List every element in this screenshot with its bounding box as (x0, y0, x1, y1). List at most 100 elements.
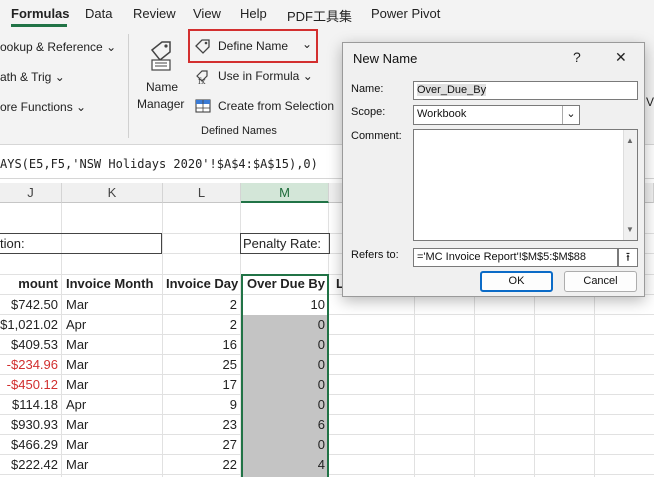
cell-month[interactable]: Apr (66, 315, 86, 335)
active-tab-indicator (11, 24, 67, 27)
column-header-k[interactable]: K (62, 183, 163, 203)
use-in-formula-label: Use in Formula ⌄ (218, 69, 313, 83)
ribbon-partial-label: V (646, 95, 654, 109)
cell-month[interactable]: Mar (66, 295, 88, 315)
tab-power-pivot[interactable]: Power Pivot (371, 6, 440, 21)
cell-amount[interactable]: $222.42 (0, 455, 58, 475)
svg-text:fx: fx (198, 77, 206, 85)
create-from-selection-icon (195, 99, 211, 113)
create-from-selection-label: Create from Selection (218, 99, 335, 113)
name-manager-button[interactable]: Name Manager (136, 36, 188, 116)
scope-select[interactable]: Workbook ⌄ (413, 105, 580, 125)
tab-pdf[interactable]: PDF工具集 (287, 6, 352, 25)
tab-view[interactable]: View (193, 6, 221, 21)
cell-amount[interactable]: $930.93 (0, 415, 58, 435)
cell-day[interactable]: 17 (163, 375, 237, 395)
cell-overdue[interactable]: 10 (241, 295, 325, 315)
header-invoice-month: Invoice Month (66, 276, 154, 291)
cell-month[interactable]: Mar (66, 435, 88, 455)
cell-overdue[interactable]: 0 (241, 355, 325, 375)
scope-label: Scope: (351, 106, 386, 118)
cell-day[interactable]: 9 (163, 395, 237, 415)
cell-day[interactable]: 22 (163, 455, 237, 475)
column-header-l[interactable]: L (163, 183, 241, 203)
name-manager-icon (150, 41, 171, 71)
tab-review[interactable]: Review (133, 6, 176, 21)
tab-formulas[interactable]: Formulas (11, 6, 70, 21)
name-label: Name: (351, 83, 384, 95)
scroll-up-icon[interactable]: ▲ (626, 132, 634, 149)
tab-help[interactable]: Help (240, 6, 267, 21)
cell-month[interactable]: Mar (66, 455, 88, 475)
refers-to-value: ='MC Invoice Report'!$M$5:$M$88 (417, 251, 586, 263)
name-manager-label-2: Manager (137, 97, 185, 111)
comment-scrollbar[interactable]: ▲ ▼ (623, 130, 637, 240)
cell-amount[interactable]: -$234.96 (0, 355, 58, 375)
cell-overdue[interactable]: 0 (241, 395, 325, 415)
cell-amount[interactable]: -$450.12 (0, 375, 58, 395)
chevron-down-icon: ⌄ (54, 70, 65, 84)
cell-month[interactable]: Mar (66, 415, 88, 435)
cell-amount[interactable]: $1,021.02 (0, 315, 58, 335)
cell-day[interactable]: 16 (163, 335, 237, 355)
comment-label: Comment: (351, 130, 402, 142)
cell-day[interactable]: 25 (163, 355, 237, 375)
tag-icon (195, 39, 210, 54)
use-in-formula-icon: fx (196, 70, 208, 85)
cell-day[interactable]: 2 (163, 295, 237, 315)
cell-month[interactable]: Mar (66, 375, 88, 395)
cancel-button[interactable]: Cancel (564, 271, 637, 292)
lookup-reference-button[interactable]: ookup & Reference ⌄ (0, 40, 116, 54)
column-header-j[interactable]: J (0, 183, 62, 203)
cell-overdue[interactable]: 6 (241, 415, 325, 435)
label-penalty-rate: Penalty Rate: (243, 236, 322, 251)
refers-to-label: Refers to: (351, 249, 399, 261)
collapse-dialog-icon[interactable]: ⭱ (618, 248, 638, 267)
cell-overdue[interactable]: 4 (241, 455, 325, 475)
header-invoice-day: Invoice Day (166, 276, 239, 291)
tab-data[interactable]: Data (85, 6, 112, 21)
cell-amount[interactable]: $742.50 (0, 295, 58, 315)
scope-value: Workbook (417, 108, 467, 120)
use-in-formula-button[interactable]: fx Use in Formula ⌄ (194, 67, 324, 87)
chevron-down-icon[interactable]: ⌄ (562, 106, 579, 124)
chevron-down-icon: ⌄ (106, 40, 117, 54)
header-over-due-by: Over Due By (247, 276, 326, 291)
cell-amount[interactable]: $114.18 (0, 395, 58, 415)
label-tion: tion: (0, 236, 25, 251)
chevron-down-icon: ⌄ (302, 37, 313, 51)
cell-day[interactable]: 2 (163, 315, 237, 335)
cell-overdue[interactable]: 0 (241, 375, 325, 395)
cell-amount[interactable]: $409.53 (0, 335, 58, 355)
create-from-selection-button[interactable]: Create from Selection (194, 97, 334, 117)
cell-overdue[interactable]: 0 (241, 315, 325, 335)
name-manager-label-1: Name (146, 80, 179, 94)
dialog-title: New Name (353, 51, 418, 66)
new-name-dialog: New Name ? ✕ Name: Over_Due_By Scope: Wo… (342, 42, 645, 297)
name-input[interactable]: Over_Due_By (413, 81, 638, 100)
cell-month[interactable]: Apr (66, 395, 86, 415)
chevron-down-icon: ⌄ (76, 100, 87, 114)
more-functions-button[interactable]: ore Functions ⌄ (0, 100, 86, 114)
chevron-down-icon: ⌄ (302, 69, 313, 83)
define-name-button[interactable]: Define Name ⌄ (194, 37, 314, 57)
cell-amount[interactable]: $466.29 (0, 435, 58, 455)
cell-day[interactable]: 27 (163, 435, 237, 455)
close-icon[interactable]: ✕ (615, 49, 627, 66)
comment-textarea[interactable]: ▲ ▼ (413, 129, 638, 241)
help-icon[interactable]: ? (573, 49, 581, 65)
lookup-reference-label: ookup & Reference (0, 40, 103, 54)
define-name-label: Define Name (218, 39, 289, 53)
refers-to-input[interactable]: ='MC Invoice Report'!$M$5:$M$88 (413, 248, 618, 267)
column-header-m[interactable]: M (241, 183, 329, 203)
cell-month[interactable]: Mar (66, 355, 88, 375)
ribbon-tab-bar: Formulas Data Review View Help PDF工具集 Po… (0, 0, 654, 28)
scroll-down-icon[interactable]: ▼ (626, 221, 634, 238)
cell-overdue[interactable]: 0 (241, 335, 325, 355)
math-trig-button[interactable]: ath & Trig ⌄ (0, 70, 65, 84)
ok-button[interactable]: OK (480, 271, 553, 292)
cell-day[interactable]: 23 (163, 415, 237, 435)
cell-overdue[interactable]: 0 (241, 435, 325, 455)
cell-month[interactable]: Mar (66, 335, 88, 355)
math-trig-label: ath & Trig (0, 70, 52, 84)
